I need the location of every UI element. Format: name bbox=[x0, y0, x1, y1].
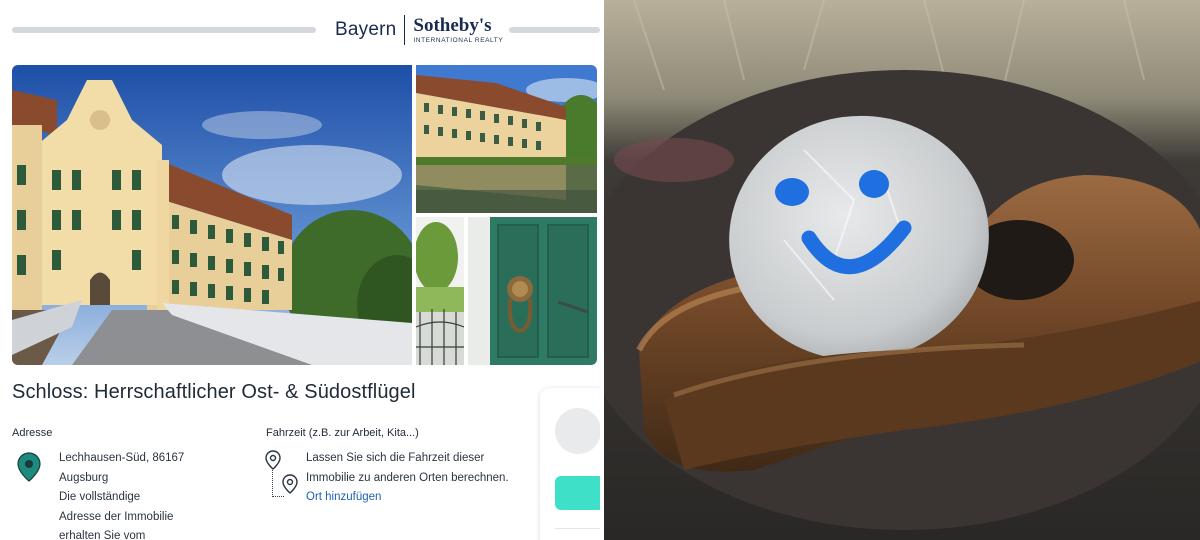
travel-time-label: Fahrzeit (z.B. zur Arbeit, Kita...) bbox=[266, 427, 419, 439]
destination-pin-icon bbox=[282, 474, 298, 494]
smiley-stone-photo bbox=[604, 0, 1200, 540]
card-divider bbox=[555, 528, 600, 529]
address-line: Adresse der Immobilie bbox=[59, 510, 174, 523]
green-door-knocker-photo[interactable] bbox=[468, 217, 597, 365]
brand-region: Bayern bbox=[335, 19, 397, 40]
location-pin-icon bbox=[17, 452, 41, 482]
contact-agent-button[interactable] bbox=[555, 476, 600, 510]
header-placeholder-bar-left bbox=[12, 27, 316, 33]
castle-facade-photo[interactable] bbox=[12, 65, 412, 365]
garden-gate-photo[interactable] bbox=[416, 217, 464, 365]
travel-time-description: Lassen Sie sich die Fahrzeit dieser Immo… bbox=[306, 449, 536, 508]
travel-time-line: Immobilie zu anderen Orten berechnen. bbox=[306, 471, 509, 484]
agent-avatar[interactable] bbox=[555, 408, 600, 454]
origin-pin-icon bbox=[265, 450, 281, 470]
brand-name: Sotheby's bbox=[413, 14, 492, 36]
travel-time-line: Lassen Sie sich die Fahrzeit dieser bbox=[306, 452, 485, 464]
brand-separator bbox=[404, 15, 406, 45]
address-line: erhalten Sie vom bbox=[59, 530, 146, 540]
address-text: Lechhausen-Süd, 86167 Augsburg Die volls… bbox=[59, 449, 184, 540]
address-line: Lechhausen-Süd, 86167 bbox=[59, 452, 185, 464]
castle-reflection-photo[interactable] bbox=[416, 65, 597, 213]
listing-title: Schloss: Herrschaftlicher Ost- & Südostf… bbox=[12, 381, 416, 403]
listing-page: Bayern Sotheby's INTERNATIONAL REALTY Sc… bbox=[0, 0, 600, 540]
address-line: Augsburg bbox=[59, 471, 109, 484]
add-location-link[interactable]: Ort hinzufügen bbox=[306, 488, 536, 508]
header-placeholder-bar-right bbox=[509, 27, 600, 33]
brand-tagline: INTERNATIONAL REALTY bbox=[413, 36, 504, 44]
address-label: Adresse bbox=[12, 427, 53, 439]
brand-wordmark: Sotheby's INTERNATIONAL REALTY bbox=[413, 16, 503, 45]
address-line: Die vollständige bbox=[59, 491, 141, 503]
brand-logo[interactable]: Bayern Sotheby's INTERNATIONAL REALTY bbox=[335, 12, 503, 48]
